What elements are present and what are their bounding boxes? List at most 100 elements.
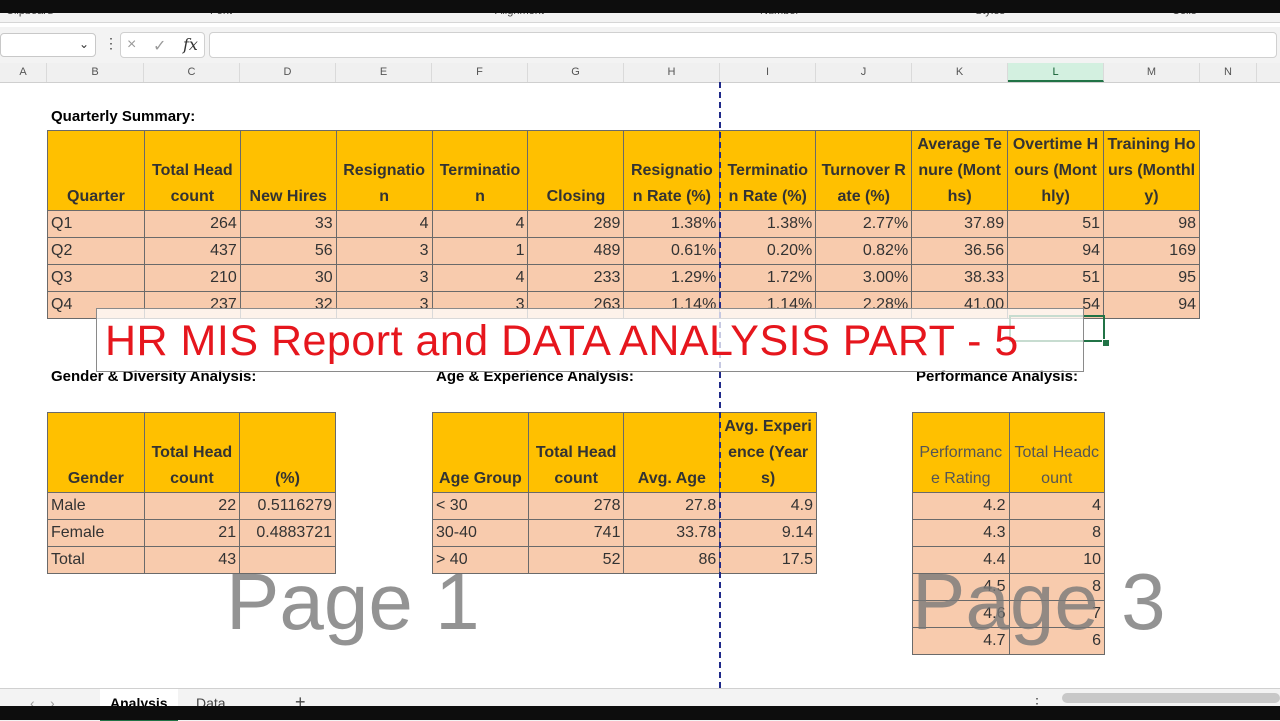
column-header-j[interactable]: J: [816, 63, 912, 82]
cell[interactable]: 95: [1103, 264, 1200, 292]
cell[interactable]: 169: [1103, 237, 1200, 265]
cell[interactable]: 4.9: [719, 492, 817, 520]
cell[interactable]: 56: [239, 237, 337, 265]
cell[interactable]: 264: [143, 210, 241, 238]
header-resignation-rate[interactable]: Resignation Rate (%): [623, 130, 721, 211]
cell[interactable]: 37.89: [911, 210, 1009, 238]
cell[interactable]: 0.5116279: [239, 492, 336, 520]
header-total-headcount[interactable]: Total Headcount: [143, 130, 241, 211]
cell[interactable]: 22: [143, 492, 241, 520]
cell[interactable]: 489: [527, 237, 625, 265]
chevron-down-icon[interactable]: ⌄: [79, 37, 89, 51]
cell[interactable]: 52: [527, 546, 625, 574]
cell[interactable]: 4: [1008, 492, 1105, 520]
formula-input[interactable]: [209, 32, 1277, 58]
cell[interactable]: 0.20%: [719, 237, 817, 265]
cell[interactable]: 94: [1007, 237, 1104, 265]
header-avg-experience[interactable]: Avg. Experience (Years): [719, 412, 817, 493]
cell[interactable]: Male: [47, 492, 145, 520]
cell[interactable]: 210: [143, 264, 241, 292]
cell[interactable]: Q1: [47, 210, 145, 238]
cell[interactable]: 86: [623, 546, 721, 574]
horizontal-scrollbar[interactable]: [1062, 693, 1280, 703]
cell[interactable]: 94: [1103, 291, 1200, 319]
column-header-b[interactable]: B: [47, 63, 144, 82]
cell[interactable]: 289: [527, 210, 625, 238]
header-total-headcount[interactable]: Total Headcount: [143, 412, 241, 493]
column-header-f[interactable]: F: [432, 63, 528, 82]
cell[interactable]: 38.33: [911, 264, 1009, 292]
cell[interactable]: 437: [143, 237, 241, 265]
column-header-n[interactable]: N: [1200, 63, 1257, 82]
header-gender[interactable]: Gender: [47, 412, 145, 493]
cell[interactable]: 9.14: [719, 519, 817, 547]
column-header-h[interactable]: H: [624, 63, 720, 82]
overlay-title-box[interactable]: HR MIS Report and DATA ANALYSIS PART - 5: [96, 308, 1084, 372]
cell[interactable]: 1.29%: [623, 264, 721, 292]
column-header-d[interactable]: D: [240, 63, 336, 82]
column-header-l[interactable]: L: [1008, 63, 1104, 82]
cell[interactable]: 0.61%: [623, 237, 721, 265]
header-closing[interactable]: Closing: [527, 130, 625, 211]
cell[interactable]: 1.38%: [719, 210, 817, 238]
header-termination[interactable]: Termination: [431, 130, 529, 211]
cell[interactable]: 33.78: [623, 519, 721, 547]
cell[interactable]: Total: [47, 546, 145, 574]
cell[interactable]: 27.8: [623, 492, 721, 520]
column-header-m[interactable]: M: [1104, 63, 1200, 82]
cell[interactable]: 278: [527, 492, 625, 520]
cell[interactable]: 741: [527, 519, 625, 547]
header-age-group[interactable]: Age Group: [432, 412, 529, 493]
header-performance-rating[interactable]: Performance Rating: [912, 412, 1010, 493]
header-average-tenure[interactable]: Average Tenure (Months): [911, 130, 1009, 211]
name-box[interactable]: ⌄: [0, 33, 96, 57]
column-header-c[interactable]: C: [144, 63, 240, 82]
cell[interactable]: 233: [527, 264, 625, 292]
header-training-hours[interactable]: Training Hours (Monthly): [1103, 130, 1200, 211]
cell[interactable]: 4: [431, 210, 529, 238]
header-overtime-hours[interactable]: Overtime Hours (Monthly): [1007, 130, 1104, 211]
insert-function-icon[interactable]: fx: [183, 35, 198, 54]
cell[interactable]: 36.56: [911, 237, 1009, 265]
cancel-icon[interactable]: ×: [127, 36, 136, 54]
cell[interactable]: 0.4883721: [239, 519, 336, 547]
cell[interactable]: 3: [335, 264, 433, 292]
cell[interactable]: 1.38%: [623, 210, 721, 238]
cell[interactable]: Q2: [47, 237, 145, 265]
header-termination-rate[interactable]: Termination Rate (%): [719, 130, 817, 211]
cell[interactable]: 33: [239, 210, 337, 238]
header-percent[interactable]: (%): [239, 412, 336, 493]
cell[interactable]: 51: [1007, 210, 1104, 238]
cell[interactable]: 98: [1103, 210, 1200, 238]
header-turnover-rate[interactable]: Turnover Rate (%): [815, 130, 913, 211]
cell[interactable]: 51: [1007, 264, 1104, 292]
cell[interactable]: 30-40: [432, 519, 529, 547]
cell[interactable]: 4: [335, 210, 433, 238]
cell[interactable]: 3.00%: [815, 264, 913, 292]
cell[interactable]: 21: [143, 519, 241, 547]
cell[interactable]: 1.72%: [719, 264, 817, 292]
column-header-e[interactable]: E: [336, 63, 432, 82]
column-header-g[interactable]: G: [528, 63, 624, 82]
header-avg-age[interactable]: Avg. Age: [623, 412, 721, 493]
cell[interactable]: 4.3: [912, 519, 1010, 547]
cell[interactable]: 30: [239, 264, 337, 292]
cell[interactable]: 8: [1008, 519, 1105, 547]
cell[interactable]: Female: [47, 519, 145, 547]
cell[interactable]: < 30: [432, 492, 529, 520]
column-header-i[interactable]: I: [720, 63, 816, 82]
cell[interactable]: 4.2: [912, 492, 1010, 520]
cell[interactable]: 3: [335, 237, 433, 265]
header-total-headcount[interactable]: Total Headcount: [1008, 412, 1105, 493]
enter-icon[interactable]: ✓: [153, 36, 166, 56]
cell[interactable]: 17.5: [719, 546, 817, 574]
cell[interactable]: 2.77%: [815, 210, 913, 238]
cell[interactable]: 4: [431, 264, 529, 292]
fill-handle[interactable]: [1102, 339, 1110, 347]
header-total-headcount[interactable]: Total Headcount: [527, 412, 625, 493]
column-header-k[interactable]: K: [912, 63, 1008, 82]
column-header-a[interactable]: A: [0, 63, 47, 82]
header-quarter[interactable]: Quarter: [47, 130, 145, 211]
cell[interactable]: 1: [431, 237, 529, 265]
header-new-hires[interactable]: New Hires: [239, 130, 337, 211]
